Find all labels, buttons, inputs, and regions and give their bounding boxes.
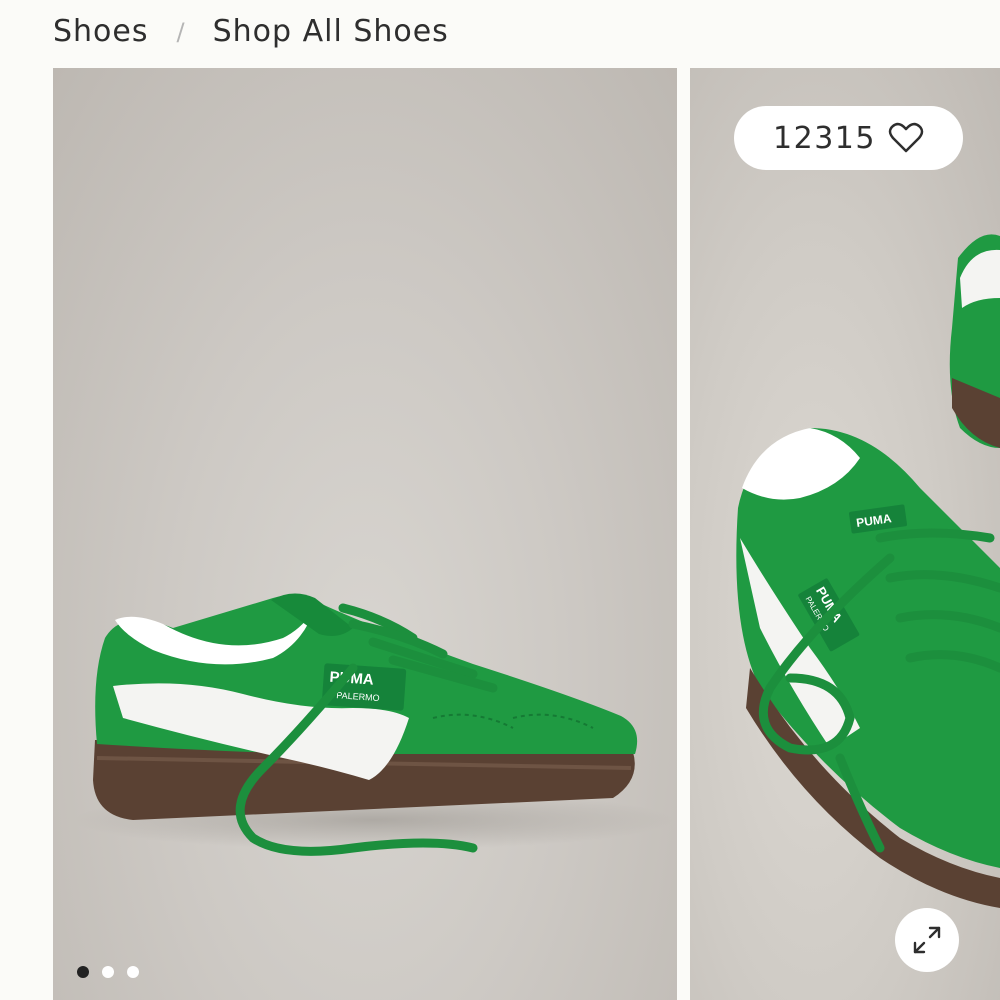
favorite-button[interactable]: 12315 (734, 106, 963, 170)
sneaker-angled-illustration: PUMA PUMA PALERMO (736, 234, 1000, 908)
carousel-dot-2[interactable] (102, 966, 114, 978)
carousel-dot-3[interactable] (127, 966, 139, 978)
expand-icon (913, 926, 941, 954)
breadcrumb-separator: / (176, 17, 186, 46)
expand-image-button[interactable] (895, 908, 959, 972)
product-image-gallery: PUMA PALERMO PUMA PUMA PALERMO 12315 (53, 68, 1000, 1000)
favorite-count: 12315 (773, 120, 876, 156)
breadcrumb: Shoes / Shop All Shoes (53, 14, 449, 49)
product-image-1[interactable]: PUMA PALERMO (53, 68, 677, 1000)
breadcrumb-link-shoes[interactable]: Shoes (53, 14, 149, 49)
product-image-2[interactable]: PUMA PUMA PALERMO (690, 68, 1000, 1000)
carousel-dots (77, 966, 139, 978)
carousel-dot-1[interactable] (77, 966, 89, 978)
sneaker-side-illustration: PUMA PALERMO (73, 593, 673, 856)
heart-icon (888, 122, 924, 153)
breadcrumb-link-shop-all-shoes[interactable]: Shop All Shoes (213, 14, 449, 49)
